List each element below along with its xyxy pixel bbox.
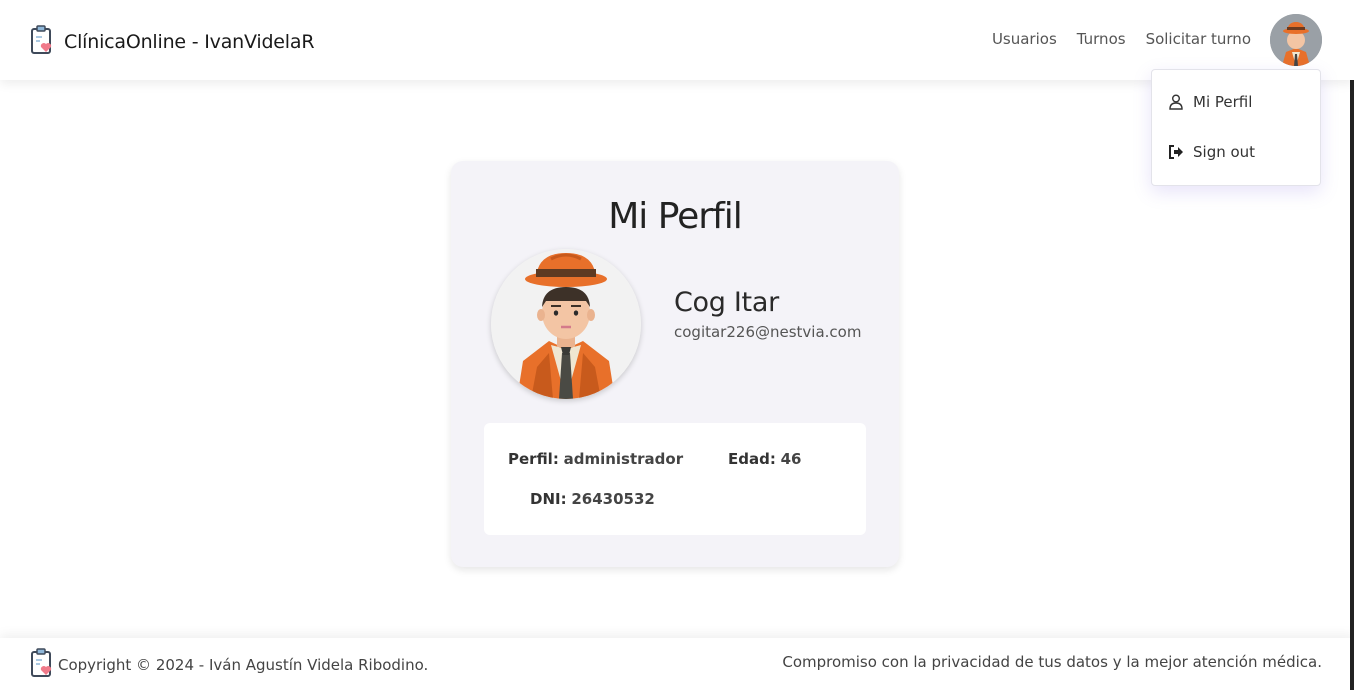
dropdown-item-sign-out[interactable]: Sign out (1168, 143, 1255, 161)
footer: Copyright © 2024 - Iván Agustín Videla R… (0, 638, 1354, 690)
nav-links: Usuarios Turnos Solicitar turno (972, 30, 1251, 48)
dropdown-item-label: Mi Perfil (1193, 93, 1253, 111)
brand[interactable]: ClínicaOnline - IvanVidelaR (30, 25, 315, 59)
dropdown-item-mi-perfil[interactable]: Mi Perfil (1168, 93, 1252, 111)
user-dropdown-menu: Mi Perfil Sign out (1151, 69, 1321, 186)
user-icon (1168, 94, 1184, 110)
profile-avatar (491, 249, 641, 399)
clipboard-heart-icon (30, 25, 56, 59)
nav-link-turnos[interactable]: Turnos (1077, 30, 1126, 48)
brand-title: ClínicaOnline - IvanVidelaR (64, 31, 315, 53)
profile-name: Cog Itar (674, 287, 779, 318)
footer-tagline: Compromiso con la privacidad de tus dato… (782, 653, 1322, 671)
dni-label: DNI: (530, 490, 567, 508)
perfil-row: Perfil: administrador (508, 450, 683, 468)
nav-link-usuarios[interactable]: Usuarios (992, 30, 1057, 48)
clipboard-heart-icon (30, 648, 56, 682)
edad-value: 46 (780, 450, 802, 468)
sign-out-icon (1168, 144, 1184, 160)
profile-info-box: Perfil: administrador Edad: 46 DNI: 2643… (484, 423, 866, 535)
detective-avatar-icon (1270, 14, 1322, 66)
footer-copyright: Copyright © 2024 - Iván Agustín Videla R… (58, 656, 429, 674)
dropdown-item-label: Sign out (1193, 143, 1256, 161)
navbar: ClínicaOnline - IvanVidelaR Usuarios Tur… (0, 0, 1354, 80)
perfil-value: administrador (563, 450, 684, 468)
footer-brand: Copyright © 2024 - Iván Agustín Videla R… (30, 648, 428, 682)
detective-avatar-icon (491, 249, 641, 399)
page-title: Mi Perfil (608, 196, 743, 237)
nav-link-solicitar-turno[interactable]: Solicitar turno (1146, 30, 1251, 48)
perfil-label: Perfil: (508, 450, 559, 468)
profile-email: cogitar226@nestvia.com (674, 323, 862, 341)
dni-row: DNI: 26430532 (530, 490, 655, 508)
window-edge (1350, 0, 1354, 690)
dni-value: 26430532 (571, 490, 655, 508)
edad-label: Edad: (728, 450, 776, 468)
edad-row: Edad: 46 (728, 450, 802, 468)
user-avatar-button[interactable] (1270, 14, 1322, 66)
